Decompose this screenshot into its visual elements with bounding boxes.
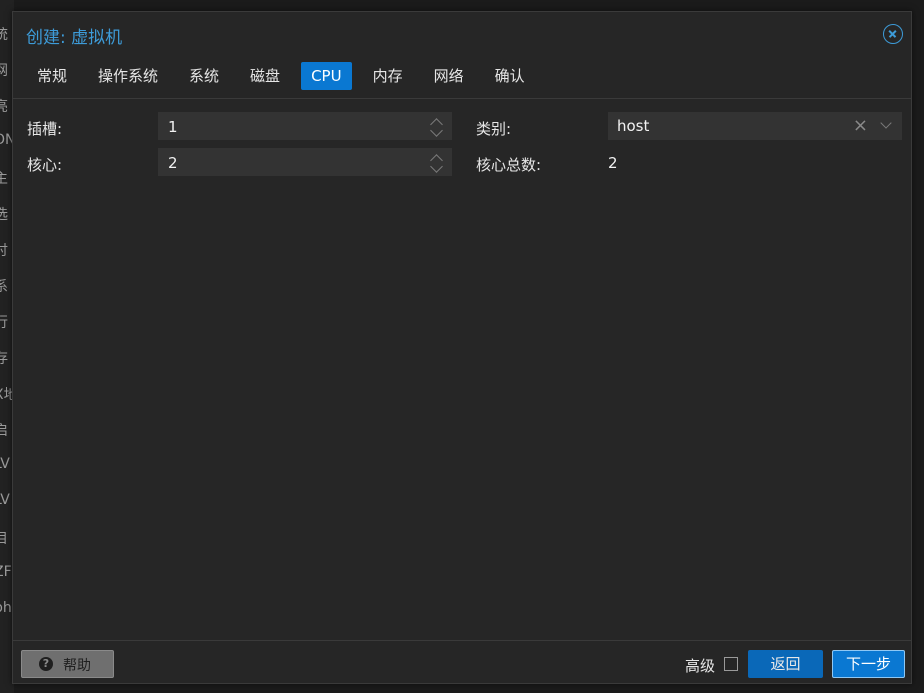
sockets-label: 插槽: [27,120,63,138]
dialog-title: 创建: 虚拟机 [26,28,123,48]
cpu-type-value: host [617,117,650,135]
wizard-tabs: 常规 操作系统 系统 磁盘 CPU 内存 网络 确认 [27,62,546,90]
tab-memory[interactable]: 内存 [363,62,413,90]
total-cores-value: 2 [608,154,618,172]
help-button[interactable]: ? 帮助 [21,650,114,678]
close-icon[interactable] [883,24,903,44]
dialog-footer: ? 帮助 高级 返回 下一步 [13,640,911,684]
spin-arrows-icon[interactable] [430,116,443,138]
create-vm-dialog: 创建: 虚拟机 常规 操作系统 系统 磁盘 CPU 内存 网络 确认 插槽: 1… [12,11,912,684]
spin-arrows-icon[interactable] [430,152,443,174]
tab-confirm[interactable]: 确认 [485,62,535,90]
sockets-value: 1 [168,118,178,136]
tab-disks[interactable]: 磁盘 [240,62,290,90]
type-label: 类别: [476,120,512,138]
tab-os[interactable]: 操作系统 [88,62,168,90]
chevron-down-icon[interactable] [880,117,892,129]
back-button[interactable]: 返回 [748,650,823,678]
cores-value: 2 [168,154,178,172]
tab-network[interactable]: 网络 [424,62,474,90]
next-button[interactable]: 下一步 [832,650,905,678]
tab-system[interactable]: 系统 [179,62,229,90]
tab-cpu[interactable]: CPU [301,62,352,90]
advanced-checkbox[interactable] [724,657,738,671]
tab-divider [13,98,911,99]
cores-stepper[interactable]: 2 [158,148,452,176]
sockets-stepper[interactable]: 1 [158,112,452,140]
tab-general[interactable]: 常规 [27,62,77,90]
cores-label: 核心: [27,156,63,174]
cpu-type-combobox[interactable]: host × [608,112,902,140]
clear-icon[interactable]: × [853,115,868,136]
advanced-label: 高级 [685,657,716,675]
help-label: 帮助 [63,658,91,674]
question-icon: ? [39,657,53,671]
dialog-titlebar: 创建: 虚拟机 [13,12,911,56]
total-cores-label: 核心总数: [476,156,542,174]
